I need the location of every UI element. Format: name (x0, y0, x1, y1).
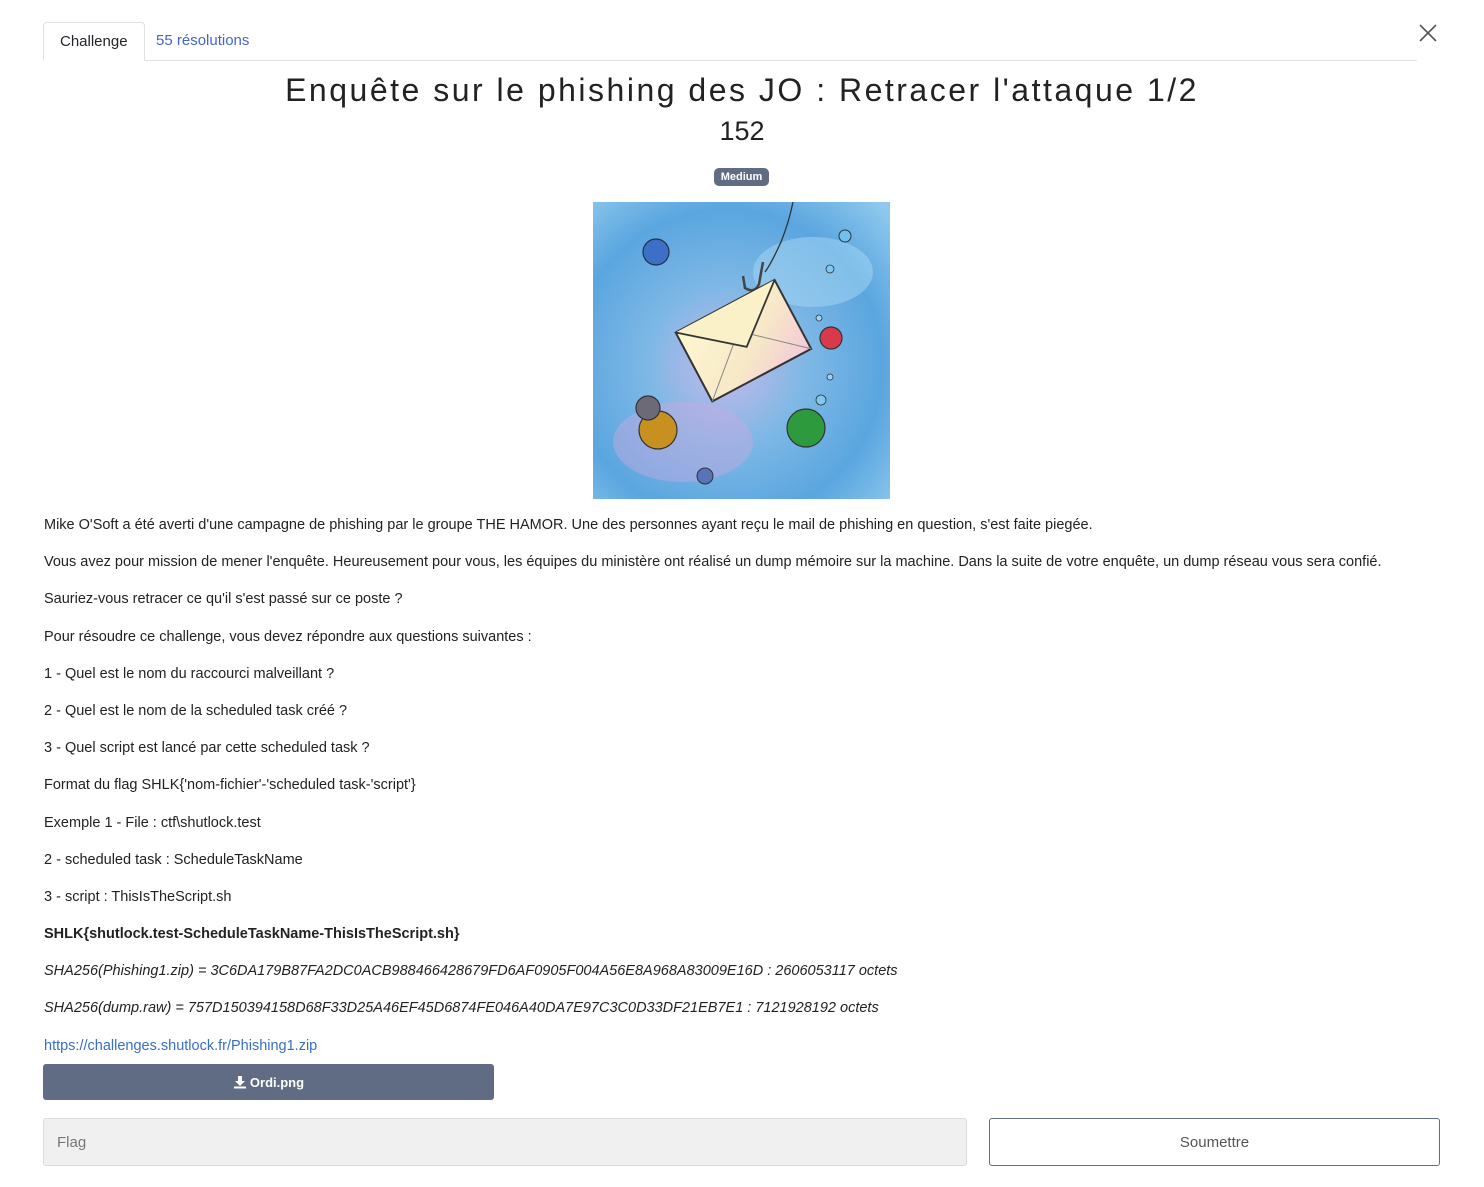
tab-challenge[interactable]: Challenge (43, 22, 145, 61)
download-file-label: Ordi.png (249, 1074, 305, 1090)
example-flag: SHLK{shutlock.test-ScheduleTaskName-This… (44, 926, 460, 943)
close-icon[interactable] (1417, 22, 1439, 44)
description-paragraph: Vous avez pour mission de mener l'enquêt… (44, 554, 1382, 571)
challenge-illustration (593, 201, 890, 499)
challenge-description: Mike O'Soft a été averti d'une campagne … (44, 515, 1444, 1073)
difficulty-badge: Medium (714, 168, 769, 186)
example-line-3: 3 - script : ThisIsTheScript.sh (44, 888, 232, 905)
question-2: 2 - Quel est le nom de la scheduled task… (44, 702, 348, 719)
example-line-1: Exemple 1 - File : ctf\shutlock.test (44, 814, 261, 831)
download-zip-link[interactable]: https://challenges.shutlock.fr/Phishing1… (44, 1038, 317, 1054)
flag-input[interactable] (43, 1118, 967, 1166)
question-1: 1 - Quel est le nom du raccourci malveil… (44, 665, 335, 682)
download-file-button[interactable]: Ordi.png (43, 1064, 494, 1100)
submit-button[interactable]: Soumettre (989, 1118, 1440, 1166)
question-3: 3 - Quel script est lancé par cette sche… (44, 740, 370, 757)
tab-solves[interactable]: 55 résolutions (140, 22, 265, 59)
download-icon (233, 1076, 246, 1089)
tab-bar: Challenge 55 résolutions (43, 22, 1417, 61)
challenge-points: 152 (719, 116, 765, 146)
example-line-2: 2 - scheduled task : ScheduleTaskName (44, 851, 303, 868)
description-paragraph: Mike O'Soft a été averti d'une campagne … (44, 517, 1093, 533)
description-paragraph: Pour résoudre ce challenge, vous devez r… (44, 628, 532, 645)
description-paragraph: Sauriez-vous retracer ce qu'il s'est pas… (44, 591, 403, 608)
hash-dump-raw: SHA256(dump.raw) = 757D150394158D68F33D2… (44, 1000, 879, 1017)
hash-phishing-zip: SHA256(Phishing1.zip) = 3C6DA179B87FA2DC… (44, 963, 898, 980)
flag-format: Format du flag SHLK{'nom-fichier'-'sched… (44, 777, 416, 794)
challenge-title: Enquête sur le phishing des JO : Retrace… (285, 72, 1199, 108)
